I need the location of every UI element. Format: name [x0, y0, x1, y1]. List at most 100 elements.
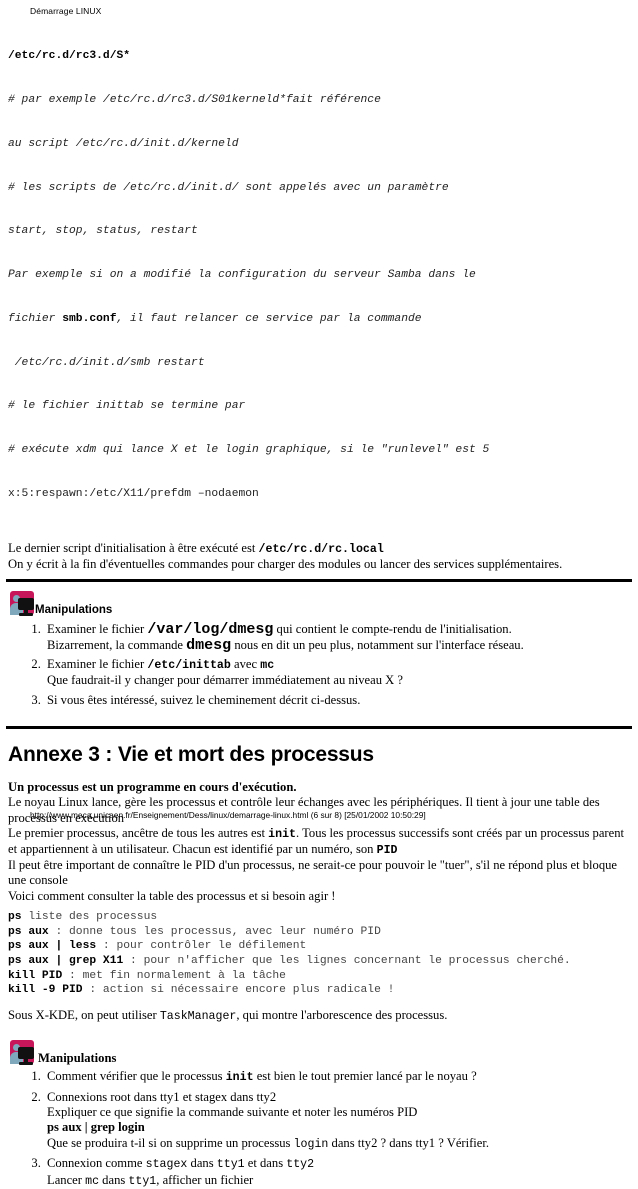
list-item: Examiner le fichier /etc/inittab avec mc… — [44, 657, 638, 689]
code-line: x:5:respawn:/etc/X11/prefdm –nodaemon — [8, 488, 259, 500]
intro-bold-line: Un processus est un programme en cours d… — [8, 780, 297, 795]
text: dans tty2 ? dans tty1 ? Vérifier. — [328, 1135, 490, 1150]
command-line: ps aux | grep X11 : pour n'afficher que … — [8, 954, 638, 969]
code-inline-init: init — [225, 1071, 254, 1085]
list-item-sub: Que faudrait-il y changer pour démarrer … — [47, 673, 403, 688]
list-item: Connexions root dans tty1 et stagex dans… — [44, 1090, 638, 1153]
text: , qui montre l'arborescence des processu… — [236, 1008, 448, 1023]
code-inline-inittab: /etc/inittab — [147, 659, 231, 672]
text: nous en dit un peu plus, notamment sur l… — [231, 637, 524, 652]
list-item-sub: Bizarrement, la commande dmesg nous en d… — [47, 636, 638, 654]
list-item-sub-command: ps aux | grep login — [47, 1120, 145, 1135]
command-name: kill -9 PID — [8, 984, 83, 997]
list-item-sub: Que se produira t-il si on supprime un p… — [47, 1136, 638, 1152]
page-title: Annexe 3 : Vie et mort des processus — [8, 743, 374, 767]
text: On y écrit à la fin d'éventuelles comman… — [8, 556, 563, 571]
code-inline-tty2: tty2 — [286, 1158, 315, 1172]
command-desc: : action si nécessaire encore plus radic… — [82, 984, 395, 997]
code-emphasis-smbconf: smb.conf — [62, 312, 117, 325]
list-item-sub: Expliquer ce que signifie la commande su… — [47, 1105, 418, 1120]
manipulations-list-1: Examiner le fichier /var/log/dmesg qui c… — [0, 622, 638, 708]
text: dans — [99, 1172, 129, 1187]
code-line: # par exemple /etc/rc.d/rc3.d/S01kerneld… — [8, 93, 381, 106]
command-line: ps liste des processus — [8, 910, 638, 925]
command-name: ps aux | grep X11 — [8, 954, 124, 967]
text: Voici comment consulter la table des pro… — [8, 888, 336, 903]
text: qui contient le compte-rendu de l'initia… — [273, 622, 512, 637]
list-item: Connexion comme stagex dans tty1 et dans… — [44, 1156, 638, 1189]
command-name: ps aux — [8, 925, 49, 938]
text: Connexions root dans tty1 et stagex dans… — [47, 1089, 277, 1104]
command-desc: : pour contrôler le défilement — [96, 940, 307, 953]
text: Le premier processus, ancêtre de tous le… — [8, 825, 269, 840]
text: et dans — [244, 1156, 287, 1171]
paragraph-rc-local: Le dernier script d'initialisation à êtr… — [0, 541, 638, 572]
section-divider — [6, 579, 632, 583]
command-name: kill PID — [8, 969, 63, 982]
code-inline-pid: PID — [376, 844, 398, 858]
text: Le dernier script d'initialisation à êtr… — [8, 540, 259, 555]
text: Bizarrement, la commande — [47, 637, 187, 652]
person-computer-icon — [8, 591, 36, 619]
code-line: # le fichier inittab se termine par — [8, 400, 246, 413]
list-item: Comment vérifier que le processus init e… — [44, 1069, 638, 1085]
command-line: kill PID : met fin normalement à la tâch… — [8, 969, 638, 984]
manipulations-header-2: Manipulations — [0, 1038, 638, 1068]
text: , afficher un fichier — [156, 1172, 254, 1187]
code-inline-mc: mc — [260, 659, 275, 672]
text: Lancer — [47, 1172, 86, 1187]
text: Si vous êtes intéressé, suivez le chemin… — [47, 692, 361, 707]
text: Que se produira t-il si on supprime un p… — [47, 1135, 294, 1150]
code-line: start, stop, status, restart — [8, 225, 198, 238]
person-computer-icon — [8, 1040, 36, 1068]
code-inline-stagex: stagex — [145, 1158, 188, 1172]
code-title: /etc/rc.d/rc3.d/S* — [8, 50, 131, 63]
list-item: Si vous êtes intéressé, suivez le chemin… — [44, 693, 638, 708]
command-desc: : donne tous les processus, avec leur nu… — [48, 925, 381, 938]
text: Comment vérifier que le processus — [47, 1069, 226, 1084]
command-line: kill -9 PID : action si nécessaire encor… — [8, 983, 638, 998]
code-inline-tty1: tty1 — [128, 1174, 157, 1188]
code-block-rc3d: /etc/rc.d/rc3.d/S* # par exemple /etc/rc… — [0, 16, 638, 531]
text: dans — [187, 1156, 217, 1171]
footer-url: http://www.meca.unicaen.fr/Enseignement/… — [30, 810, 426, 820]
code-inline-login: login — [293, 1137, 329, 1151]
section-divider — [6, 726, 632, 730]
text: Sous X-KDE, on peut utiliser — [8, 1008, 160, 1023]
document-page: Démarrage LINUX /etc/rc.d/rc3.d/S* # par… — [0, 0, 638, 1188]
text: est bien le tout premier lancé par le no… — [253, 1069, 477, 1084]
command-desc: : pour n'afficher que les lignes concern… — [123, 954, 571, 967]
command-name: ps — [8, 910, 22, 923]
manipulations-label: Manipulations — [38, 1051, 117, 1066]
running-head: Démarrage LINUX — [30, 6, 102, 16]
text: Il peut être important de connaître le P… — [8, 858, 618, 888]
code-line: /etc/rc.d/init.d/smb restart — [8, 356, 205, 369]
code-inline-rc-local: /etc/rc.d/rc.local — [258, 542, 384, 556]
code-line: # exécute xdm qui lance X et le login gr… — [8, 444, 490, 457]
code-inline-dmesg: dmesg — [186, 636, 232, 654]
code-line-smbconf: fichier smb.conf, il faut relancer ce se… — [8, 312, 638, 327]
text: Examiner le fichier — [47, 622, 148, 637]
manipulations-header-1: Manipulations — [0, 589, 638, 619]
command-desc: liste des processus — [21, 910, 158, 923]
code-line: au script /etc/rc.d/init.d/kerneld — [8, 137, 239, 150]
list-item-sub: Lancer mc dans tty1, afficher un fichier — [47, 1173, 638, 1189]
command-line: ps aux : donne tous les processus, avec … — [8, 925, 638, 940]
manipulations-list-2: Comment vérifier que le processus init e… — [0, 1069, 638, 1189]
manipulations-label: Manipulations — [35, 604, 113, 617]
code-inline-mc: mc — [85, 1174, 100, 1188]
code-inline-tty1: tty1 — [216, 1158, 245, 1172]
code-text: fichier — [8, 312, 63, 325]
code-line: Par exemple si on a modifié la configura… — [8, 269, 476, 282]
text: Connexion comme — [47, 1156, 146, 1171]
command-desc: : met fin normalement à la tâche — [62, 969, 286, 982]
annexe-intro: Un processus est un programme en cours d… — [0, 780, 638, 904]
code-line: # les scripts de /etc/rc.d/init.d/ sont … — [8, 181, 449, 194]
code-inline-taskmanager: TaskManager — [159, 1010, 237, 1024]
list-item: Examiner le fichier /var/log/dmesg qui c… — [44, 622, 638, 653]
command-name: ps aux | less — [8, 940, 97, 953]
text: Examiner le fichier — [47, 657, 148, 671]
paragraph-kde: Sous X-KDE, on peut utiliser TaskManager… — [0, 1008, 638, 1024]
text: avec — [230, 657, 261, 671]
code-text: , il faut relancer ce service par la com… — [116, 312, 422, 325]
